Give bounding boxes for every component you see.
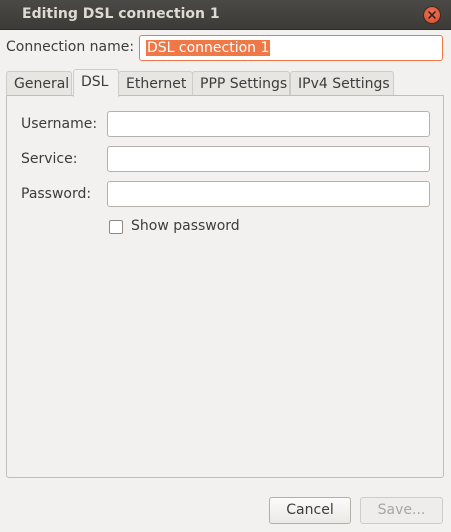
title-bar: Editing DSL connection 1 — [0, 0, 451, 30]
connection-name-input[interactable]: DSL connection 1 — [139, 35, 443, 61]
connection-name-label: Connection name: — [6, 39, 135, 55]
window-title: Editing DSL connection 1 — [22, 6, 220, 22]
show-password-label[interactable]: Show password — [131, 218, 240, 234]
username-input[interactable] — [107, 111, 430, 137]
service-label: Service: — [21, 151, 78, 167]
tab-ethernet[interactable]: Ethernet — [118, 71, 193, 95]
tab-dsl-label: DSL — [81, 74, 109, 90]
close-icon[interactable] — [424, 7, 440, 23]
password-label: Password: — [21, 186, 92, 202]
tab-ethernet-label: Ethernet — [126, 76, 187, 92]
tab-general-label: General — [14, 76, 70, 92]
service-input[interactable] — [107, 146, 430, 172]
tab-ipv4-settings-label: IPv4 Settings — [298, 76, 390, 92]
tab-dsl[interactable]: DSL — [73, 69, 119, 97]
tab-ppp-settings-label: PPP Settings — [200, 76, 288, 92]
tab-ipv4-settings[interactable]: IPv4 Settings — [290, 71, 394, 95]
connection-name-value: DSL connection 1 — [146, 40, 271, 56]
dsl-tab-panel: Username: Service: Password: Show passwo… — [6, 95, 444, 478]
username-label: Username: — [21, 116, 98, 132]
password-input[interactable] — [107, 181, 430, 207]
show-password-checkbox[interactable] — [109, 220, 123, 234]
tab-general[interactable]: General — [6, 71, 72, 95]
cancel-button[interactable]: Cancel — [269, 497, 351, 524]
tab-ppp-settings[interactable]: PPP Settings — [192, 71, 290, 95]
save-button[interactable]: Save... — [360, 497, 443, 524]
